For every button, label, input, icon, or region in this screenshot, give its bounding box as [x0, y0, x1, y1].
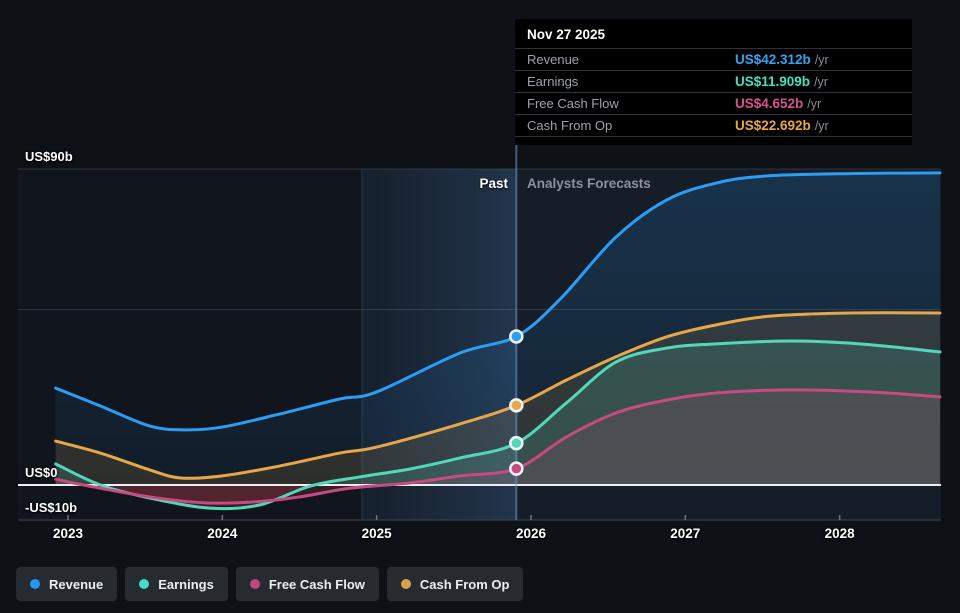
legend-item-label: Earnings — [158, 577, 214, 592]
chart-legend: Revenue Earnings Free Cash Flow Cash From O… — [16, 567, 523, 601]
tooltip-row-value: US$42.312b — [735, 52, 811, 67]
revenue-marker — [510, 330, 522, 342]
tooltip-row-label: Free Cash Flow — [527, 96, 735, 111]
tooltip-row-value: US$22.692b — [735, 118, 811, 133]
tooltip-row-label: Revenue — [527, 52, 735, 67]
tooltip-row-earnings: EarningsUS$11.909b/yr — [515, 70, 912, 92]
tooltip-row-label: Earnings — [527, 74, 735, 89]
legend-item-earnings[interactable]: Earnings — [125, 567, 228, 601]
y-axis-label: US$0 — [25, 465, 58, 480]
tooltip-row-label: Cash From Op — [527, 118, 735, 133]
tooltip-row-revenue: RevenueUS$42.312b/yr — [515, 48, 912, 70]
cashop-marker — [510, 399, 522, 411]
cashop-legend-dot-icon — [401, 579, 411, 589]
earnings-legend-dot-icon — [139, 579, 149, 589]
tooltip-row-fcf: Free Cash FlowUS$4.652b/yr — [515, 92, 912, 114]
tooltip-rows: RevenueUS$42.312b/yrEarningsUS$11.909b/y… — [515, 48, 912, 137]
x-axis-label: 2025 — [342, 526, 412, 541]
chart-tooltip: Nov 27 2025 RevenueUS$42.312b/yrEarnings… — [515, 19, 912, 145]
fcf-legend-dot-icon — [250, 579, 260, 589]
tooltip-row-suffix: /yr — [815, 53, 829, 67]
x-axis-label: 2026 — [496, 526, 566, 541]
tooltip-row-suffix: /yr — [807, 97, 821, 111]
x-axis-label: 2024 — [187, 526, 257, 541]
earnings-marker — [510, 437, 522, 449]
tooltip-row-value: US$4.652b — [735, 96, 803, 111]
y-axis-label: -US$10b — [25, 500, 77, 515]
tooltip-row-cashop: Cash From OpUS$22.692b/yr — [515, 114, 912, 136]
legend-item-fcf[interactable]: Free Cash Flow — [236, 567, 379, 601]
tooltip-row-value: US$11.909b — [735, 74, 810, 89]
x-axis-label: 2028 — [805, 526, 875, 541]
revenue-legend-dot-icon — [30, 579, 40, 589]
forecast-section-label: Analysts Forecasts — [527, 176, 651, 191]
tooltip-row-suffix: /yr — [814, 75, 828, 89]
legend-item-revenue[interactable]: Revenue — [16, 567, 117, 601]
tooltip-date: Nov 27 2025 — [515, 19, 912, 48]
x-axis-label: 2023 — [33, 526, 103, 541]
y-axis-label: US$90b — [25, 149, 73, 164]
legend-item-cashop[interactable]: Cash From Op — [387, 567, 524, 601]
legend-item-label: Cash From Op — [420, 577, 510, 592]
legend-item-label: Free Cash Flow — [269, 577, 365, 592]
stock-financials-forecast-panel: US$90b US$0 -US$10b 2023 2024 2025 2026 2027 20… — [0, 0, 960, 613]
tooltip-row-suffix: /yr — [815, 119, 829, 133]
past-section-label: Past — [479, 176, 508, 191]
legend-item-label: Revenue — [49, 577, 103, 592]
fcf-marker — [510, 463, 522, 475]
x-axis-label: 2027 — [650, 526, 720, 541]
